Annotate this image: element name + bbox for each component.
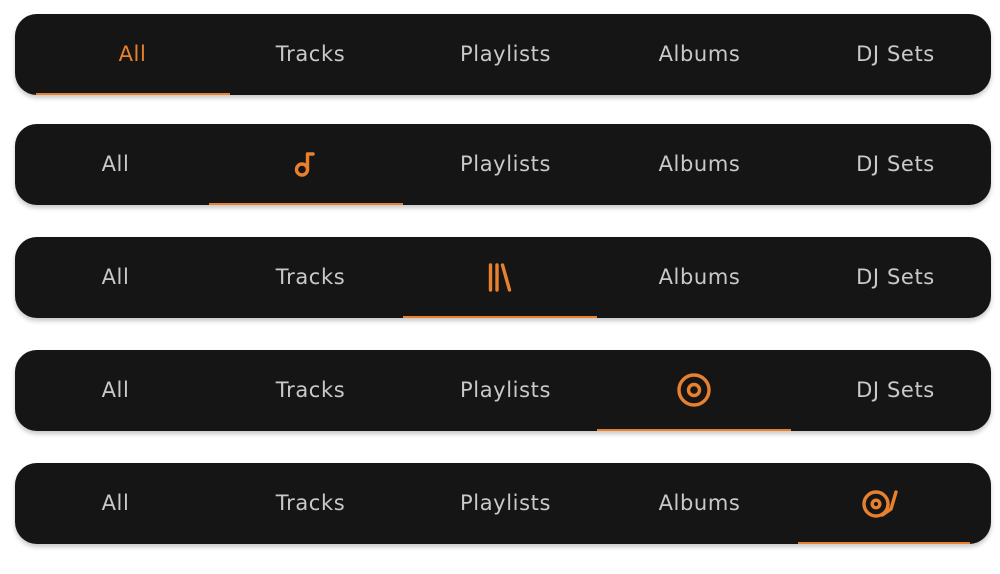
tab-label-playlists: Playlists — [460, 490, 551, 515]
tab-all[interactable]: All — [18, 350, 213, 431]
tab-dj-sets[interactable] — [798, 463, 970, 544]
album-disc-icon — [674, 370, 714, 410]
tab-label-all: All — [101, 377, 130, 402]
tab-bar-2: All Playlists Albums DJ Sets — [15, 124, 991, 205]
tab-label-tracks: Tracks — [275, 41, 346, 66]
tab-dj-sets[interactable]: DJ Sets — [798, 14, 991, 95]
library-icon — [480, 257, 520, 297]
active-tab-indicator — [209, 203, 403, 205]
tab-playlists[interactable] — [403, 237, 597, 318]
tab-label-albums: Albums — [658, 41, 741, 66]
tab-label-dj-sets: DJ Sets — [856, 151, 935, 176]
tab-bar-3: All Tracks Albums DJ Sets — [15, 237, 991, 318]
tab-all[interactable]: All — [35, 14, 230, 95]
tab-playlists[interactable]: Playlists — [408, 463, 603, 544]
tab-label-all: All — [118, 41, 147, 66]
music-note-icon — [286, 144, 326, 184]
tab-albums[interactable]: Albums — [602, 14, 797, 95]
tab-label-all: All — [101, 151, 130, 176]
active-tab-indicator — [36, 93, 230, 95]
active-tab-indicator — [798, 542, 970, 544]
tab-label-all: All — [101, 490, 130, 515]
tab-tracks[interactable]: Tracks — [213, 350, 408, 431]
tab-dj-sets[interactable]: DJ Sets — [798, 124, 991, 205]
active-tab-indicator — [403, 316, 597, 318]
tab-playlists[interactable]: Playlists — [408, 124, 603, 205]
tab-label-playlists: Playlists — [460, 377, 551, 402]
tab-albums[interactable] — [597, 350, 791, 431]
tab-label-albums: Albums — [658, 264, 741, 289]
tab-label-albums: Albums — [658, 151, 741, 176]
tab-all[interactable]: All — [18, 124, 213, 205]
tab-playlists[interactable]: Playlists — [408, 14, 603, 95]
tab-playlists[interactable]: Playlists — [408, 350, 603, 431]
tab-dj-sets[interactable]: DJ Sets — [798, 237, 991, 318]
tab-label-tracks: Tracks — [275, 377, 346, 402]
active-tab-indicator — [597, 429, 791, 431]
tab-bar-1: All Tracks Playlists Albums DJ Sets — [15, 14, 991, 95]
tab-label-playlists: Playlists — [460, 41, 551, 66]
tab-label-albums: Albums — [658, 490, 741, 515]
tab-tracks[interactable] — [209, 124, 403, 205]
tab-label-dj-sets: DJ Sets — [856, 264, 935, 289]
tab-all[interactable]: All — [18, 463, 213, 544]
tab-label-dj-sets: DJ Sets — [856, 377, 935, 402]
tab-label-dj-sets: DJ Sets — [856, 41, 935, 66]
tab-label-playlists: Playlists — [460, 151, 551, 176]
tab-label-all: All — [101, 264, 130, 289]
tab-tracks[interactable]: Tracks — [213, 237, 408, 318]
tab-tracks[interactable]: Tracks — [213, 463, 408, 544]
tab-albums[interactable]: Albums — [602, 463, 797, 544]
tab-dj-sets[interactable]: DJ Sets — [798, 350, 991, 431]
tab-tracks[interactable]: Tracks — [213, 14, 408, 95]
tab-bar-4: All Tracks Playlists DJ Sets — [15, 350, 991, 431]
tab-bar-5: All Tracks Playlists Albums — [15, 463, 991, 544]
tab-label-tracks: Tracks — [275, 264, 346, 289]
tab-label-tracks: Tracks — [275, 490, 346, 515]
turntable-icon — [859, 483, 909, 523]
tab-all[interactable]: All — [18, 237, 213, 318]
tab-albums[interactable]: Albums — [602, 124, 797, 205]
tab-albums[interactable]: Albums — [602, 237, 797, 318]
